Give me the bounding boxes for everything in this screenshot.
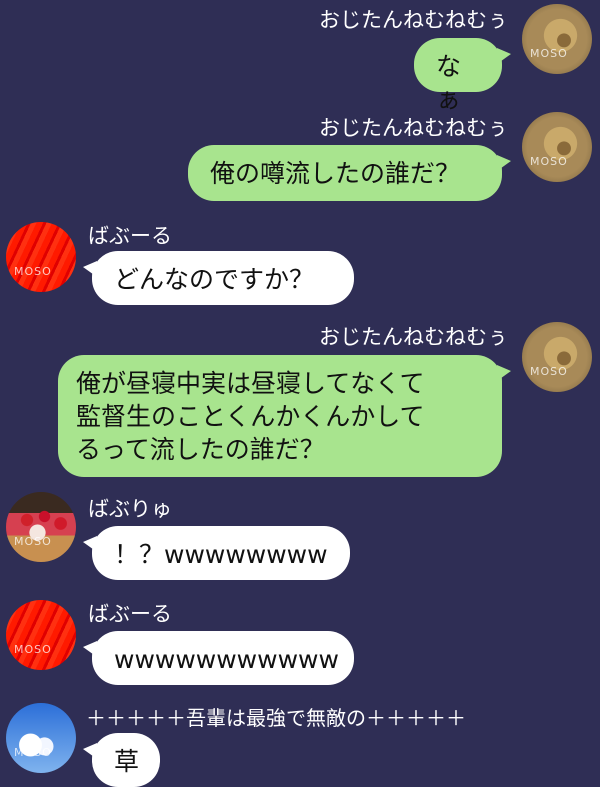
sender-name: おじたんねむねむぅ [319,8,508,32]
sender-name: ばぶーる [88,224,172,248]
watermark: MOSO [14,746,52,759]
sender-name: ばぶーる [88,602,172,626]
message-bubble[interactable]: wwwwwwwwwww [83,631,354,685]
message-bubble[interactable]: 俺が昼寝中実は昼寝してなくて 監督生のことくんかくんかして るって流したの誰だ？ [58,355,511,477]
watermark: MOSO [530,365,568,378]
red-avatar[interactable]: MOSO [6,600,76,670]
watermark: MOSO [14,535,52,548]
message-bubble[interactable]: どんなのですか？ [83,251,354,305]
message-bubble[interactable]: ！？wwwwwwww [83,526,350,580]
watermark: MOSO [14,643,52,656]
sender-name: ＋＋＋＋＋吾輩は最強で無敵の＋＋＋＋＋ [86,706,466,730]
sender-name: ばぶりゅ [88,497,172,521]
lion-avatar[interactable]: MOSO [522,4,592,74]
watermark: MOSO [530,47,568,60]
message-bubble[interactable]: 草 [83,733,160,787]
message-bubble[interactable]: なぁ [414,38,511,114]
cake-avatar[interactable]: MOSO [6,492,76,562]
lion-avatar[interactable]: MOSO [522,112,592,182]
sender-name: おじたんねむねむぅ [319,325,508,349]
message-bubble[interactable]: 俺の噂流したの誰だ？ [188,145,511,201]
red-avatar[interactable]: MOSO [6,222,76,292]
watermark: MOSO [14,265,52,278]
sky-avatar[interactable]: MOSO [6,703,76,773]
sender-name: おじたんねむねむぅ [319,116,508,140]
watermark: MOSO [530,155,568,168]
lion-avatar[interactable]: MOSO [522,322,592,392]
